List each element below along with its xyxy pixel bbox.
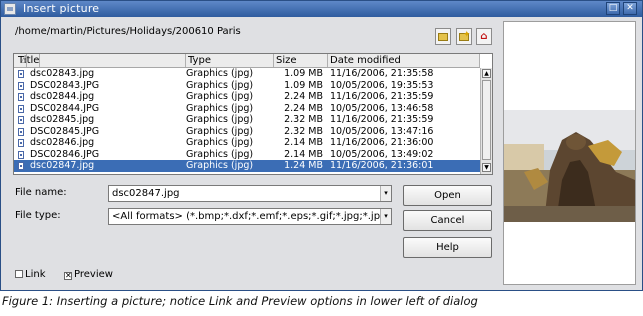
file-type-cell: Graphics (jpg) bbox=[186, 160, 254, 171]
file-name-cell: DSC02846.JPG bbox=[30, 148, 100, 160]
column-header-date[interactable]: Date modified bbox=[328, 54, 480, 67]
file-size-cell: 1.09 MB bbox=[284, 68, 323, 79]
file-name-value: dsc02847.jpg bbox=[112, 188, 180, 199]
sort-ascending-icon: △ bbox=[19, 54, 28, 67]
preview-checkbox-box[interactable]: ✕ bbox=[64, 272, 72, 280]
file-name-cell: DSC02845.JPG bbox=[30, 125, 100, 137]
help-button[interactable]: Help bbox=[403, 237, 492, 258]
up-one-level-button[interactable]: ⌂ bbox=[476, 28, 492, 45]
image-file-icon bbox=[18, 150, 24, 159]
file-date-cell: 11/16/2006, 21:35:59 bbox=[330, 114, 434, 125]
file-type-cell: Graphics (jpg) bbox=[186, 137, 254, 148]
image-file-icon bbox=[18, 116, 24, 124]
scroll-thumb[interactable] bbox=[482, 80, 491, 160]
file-date-cell: 10/05/2006, 13:46:58 bbox=[330, 102, 434, 114]
file-date-cell: 11/16/2006, 21:35:59 bbox=[330, 91, 434, 102]
file-name-dropdown-icon[interactable]: ▾ bbox=[380, 186, 391, 201]
file-type-dropdown-icon[interactable]: ▾ bbox=[380, 209, 391, 224]
open-button[interactable]: Open bbox=[403, 185, 492, 206]
file-size-cell: 2.24 MB bbox=[284, 91, 323, 102]
file-row[interactable]: DSC02843.JPG Graphics (jpg) 1.09 MB 10/05/2… bbox=[14, 80, 480, 92]
file-type-cell: Graphics (jpg) bbox=[186, 91, 254, 102]
file-size-cell: 2.32 MB bbox=[284, 125, 323, 137]
file-name-cell: dsc02845.jpg bbox=[30, 114, 95, 125]
link-label: Link bbox=[25, 269, 46, 280]
file-rows: dsc02843.jpg Graphics (jpg) 1.09 MB 11/16/2… bbox=[14, 68, 480, 172]
scroll-down-icon[interactable]: ▼ bbox=[482, 163, 491, 172]
preview-checkbox[interactable]: ✕ Preview bbox=[64, 269, 113, 280]
file-name-cell: dsc02846.jpg bbox=[30, 137, 95, 148]
file-row[interactable]: dsc02844.jpg Graphics (jpg) 2.24 MB 11/16/2… bbox=[14, 91, 480, 103]
file-size-cell: 2.24 MB bbox=[284, 102, 323, 114]
file-row[interactable]: DSC02846.JPG Graphics (jpg) 2.14 MB 10/05/2… bbox=[14, 149, 480, 161]
file-date-cell: 10/05/2006, 13:49:02 bbox=[330, 148, 434, 160]
preview-image bbox=[504, 110, 635, 222]
file-list[interactable]: Title △ Type Size Date modified dsc02843.… bbox=[13, 53, 493, 175]
preview-label: Preview bbox=[74, 269, 113, 280]
file-date-cell: 11/16/2006, 21:35:58 bbox=[330, 68, 434, 79]
close-icon[interactable]: ✕ bbox=[623, 2, 637, 15]
file-type-cell: Graphics (jpg) bbox=[186, 125, 254, 137]
file-type-cell: Graphics (jpg) bbox=[186, 68, 254, 79]
file-name-cell: dsc02847.jpg bbox=[30, 160, 95, 171]
new-folder-button[interactable] bbox=[435, 28, 451, 45]
file-date-cell: 10/05/2006, 13:47:16 bbox=[330, 125, 434, 137]
file-row[interactable]: dsc02843.jpg Graphics (jpg) 1.09 MB 11/16/2… bbox=[14, 68, 480, 80]
folder-icon bbox=[438, 33, 448, 41]
file-date-cell: 10/05/2006, 19:35:53 bbox=[330, 79, 434, 91]
file-row[interactable]: dsc02846.jpg Graphics (jpg) 2.14 MB 11/16/2… bbox=[14, 137, 480, 149]
file-type-label: File type: bbox=[15, 210, 61, 221]
dialog-title: Insert picture bbox=[23, 2, 100, 15]
image-file-icon bbox=[18, 81, 24, 90]
figure-caption: Figure 1: Inserting a picture; notice Li… bbox=[2, 294, 478, 308]
file-size-cell: 1.09 MB bbox=[284, 79, 323, 91]
image-file-icon bbox=[18, 162, 24, 170]
current-path: /home/martin/Pictures/Holidays/200610 Pa… bbox=[15, 26, 241, 37]
file-row[interactable]: dsc02845.jpg Graphics (jpg) 2.32 MB 11/16/2… bbox=[14, 114, 480, 126]
image-file-icon bbox=[18, 104, 24, 113]
file-list-header: Title △ Type Size Date modified bbox=[14, 54, 480, 68]
file-size-cell: 1.24 MB bbox=[284, 160, 323, 171]
file-row[interactable]: DSC02845.JPG Graphics (jpg) 2.32 MB 10/05/2… bbox=[14, 126, 480, 138]
file-row[interactable]: DSC02844.JPG Graphics (jpg) 2.24 MB 10/05/2… bbox=[14, 103, 480, 115]
file-name-cell: DSC02843.JPG bbox=[30, 79, 100, 91]
up-arrow-icon: ⌂ bbox=[480, 31, 488, 42]
column-header-size[interactable]: Size bbox=[274, 54, 328, 67]
scroll-up-icon[interactable]: ▲ bbox=[482, 69, 491, 78]
file-type-cell: Graphics (jpg) bbox=[186, 148, 254, 160]
file-name-label: File name: bbox=[15, 187, 67, 198]
column-header-type[interactable]: Type bbox=[186, 54, 274, 67]
file-list-scrollbar[interactable]: ▲ ▼ bbox=[480, 68, 492, 174]
file-date-cell: 11/16/2006, 21:36:00 bbox=[330, 137, 434, 148]
file-type-cell: Graphics (jpg) bbox=[186, 114, 254, 125]
link-checkbox-box[interactable] bbox=[15, 270, 23, 278]
file-size-cell: 2.14 MB bbox=[284, 137, 323, 148]
image-file-icon bbox=[18, 127, 24, 136]
star-icon: ✦ bbox=[463, 30, 471, 40]
image-file-icon bbox=[18, 139, 24, 147]
file-row[interactable]: dsc02847.jpg Graphics (jpg) 1.24 MB 11/16/2… bbox=[14, 160, 480, 172]
dialog-app-icon bbox=[4, 3, 16, 15]
link-checkbox[interactable]: Link bbox=[15, 269, 45, 280]
create-folder-button[interactable]: ✦ bbox=[456, 28, 472, 45]
insert-picture-dialog: Insert picture □ ✕ /home/martin/Pictures… bbox=[0, 0, 643, 291]
file-name-input[interactable]: dsc02847.jpg ▾ bbox=[108, 185, 392, 202]
file-name-cell: dsc02844.jpg bbox=[30, 91, 95, 102]
title-bar[interactable]: Insert picture □ ✕ bbox=[1, 1, 642, 17]
file-type-select[interactable]: <All formats> (*.bmp;*.dxf;*.emf;*.eps;*… bbox=[108, 208, 392, 225]
column-header-title[interactable]: Title △ bbox=[14, 54, 186, 67]
file-size-cell: 2.32 MB bbox=[284, 114, 323, 125]
file-date-cell: 11/16/2006, 21:36:01 bbox=[330, 160, 434, 171]
image-file-icon bbox=[18, 93, 24, 101]
image-file-icon bbox=[18, 70, 24, 78]
file-name-cell: dsc02843.jpg bbox=[30, 68, 95, 79]
file-type-cell: Graphics (jpg) bbox=[186, 102, 254, 114]
image-preview-pane bbox=[503, 21, 636, 285]
file-type-value: <All formats> (*.bmp;*.dxf;*.emf;*.eps;*… bbox=[112, 211, 392, 222]
restore-icon[interactable]: □ bbox=[606, 2, 620, 15]
file-type-cell: Graphics (jpg) bbox=[186, 79, 254, 91]
cancel-button[interactable]: Cancel bbox=[403, 210, 492, 231]
file-size-cell: 2.14 MB bbox=[284, 148, 323, 160]
file-name-cell: DSC02844.JPG bbox=[30, 102, 100, 114]
